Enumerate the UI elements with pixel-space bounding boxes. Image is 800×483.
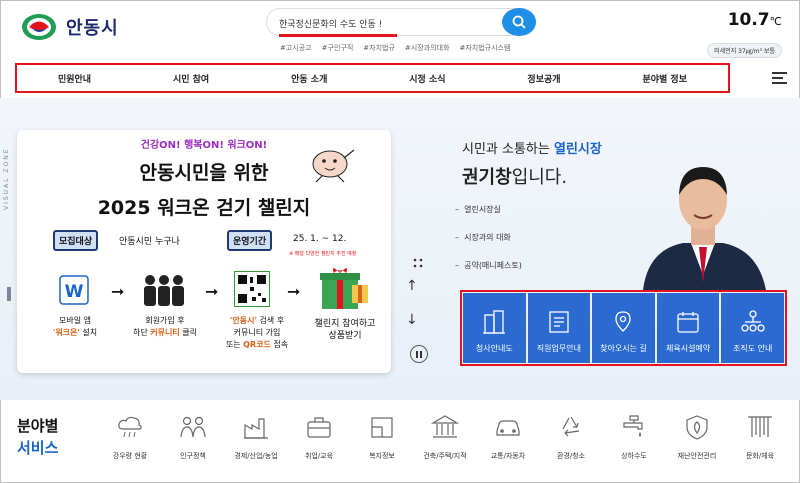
target-value: 안동시민 누구나 [119,237,180,247]
service-environment[interactable]: 환경/청소 [541,413,601,461]
mayor-subtitle: 시민과 소통하는 열린시장 [462,142,602,157]
service-architecture[interactable]: 건축/주택/지적 [415,413,475,461]
community-people-icon [144,275,184,306]
car-icon [496,420,520,436]
org-chart-icon [741,310,765,332]
site-logo[interactable]: 안동시 [20,12,119,42]
period-note: ※ 매달 다양한 챌린지 추진 예정 [289,251,357,257]
service-transport[interactable]: 교통/자동차 [478,413,538,461]
slider-pause-button[interactable] [410,345,428,363]
quick-directions[interactable]: 찾아오시는 길 [592,293,655,363]
search-box [266,8,536,36]
step-arrow-icon: ➞ [287,282,301,301]
search-icon [512,15,526,29]
svg-text:W: W [65,282,84,302]
step-3-label: '안동시' 검색 후 커뮤니티 가입 또는 QR코드 접속 [225,316,289,349]
walk-challenge-banner[interactable]: 건강ON! 행복ON! 워크ON! 안동시민을 위한 2025 워크온 걷기 챌… [17,130,391,373]
period-value: 25. 1. ~ 12. [293,234,347,244]
period-tag: 운영기간 [227,230,273,251]
slide-down-arrow-icon[interactable]: ↓ [406,312,418,328]
nav-item-city-news[interactable]: 시정 소식 [409,72,445,85]
search-button[interactable] [502,8,536,36]
map-pin-icon [615,311,632,332]
walkon-app-icon: W [59,275,89,305]
service-welfare[interactable]: 복지정보 [352,413,412,461]
stage-curtain-icon [748,416,772,437]
quick-staff-duties[interactable]: 직원업무안내 [527,293,591,363]
fine-dust-badge: 미세먼지 37㎍/m³ 보통 [707,43,782,58]
calendar-icon [677,312,699,333]
search-input[interactable] [279,13,479,33]
welfare-box-icon [371,417,393,438]
hashtag-links: #고시공고 #구인구직 #자치법규 #시장과의대화 #자치법규시스템 [280,43,510,53]
nav-item-citizen-participation[interactable]: 시민 참여 [173,72,209,85]
mayor-link-dialogue[interactable]: – 시장과의 대화 [455,232,522,243]
quick-links: 청사안내도 직원업무안내 찾아오시는 길 체육시설예약 조직도 안내 [460,290,787,366]
hashtag-link[interactable]: #고시공고 [280,43,312,53]
temperature-display: 10.7℃ [728,10,782,30]
main-nav: 민원안내 시민 참여 안동 소개 시정 소식 정보공개 분야별 정보 [15,63,730,93]
service-water[interactable]: 상하수도 [604,413,664,461]
faucet-icon [623,415,643,437]
service-population[interactable]: 인구정책 [163,413,223,461]
hashtag-link[interactable]: #구인구직 [322,43,354,53]
columns-building-icon [431,415,459,438]
mayor-links: – 열린시장실 – 시장과의 대화 – 공약(매니페스토) [455,204,522,288]
logo-text: 안동시 [66,18,119,39]
step-arrow-icon: ➞ [205,282,219,301]
briefcase-icon [307,417,331,438]
hashtag-link[interactable]: #자치법규시스템 [459,43,510,53]
factory-icon [244,418,268,439]
service-culture-sports[interactable]: 문화/체육 [730,413,790,461]
temperature-value: 10.7 [727,10,770,30]
temperature-unit: ℃ [769,15,782,28]
visual-zone-label: VISUAL ZONE [3,147,10,210]
nav-item-about-andong[interactable]: 안동 소개 [291,72,327,85]
services-title: 분야별 서비스 [17,417,59,457]
banner-title-line2: 2025 워크온 걷기 챌린지 [97,197,311,219]
family-icon [180,416,206,438]
recycle-icon [562,416,580,437]
mascot-illustration [312,149,355,183]
quick-sports-reservation[interactable]: 체육시설예약 [656,293,720,363]
target-tag: 모집대상 [53,230,99,251]
andong-logo-icon [22,14,56,40]
document-icon [549,311,569,333]
step-arrow-icon: ➞ [111,282,125,301]
service-disaster-safety[interactable]: 재난안전관리 [667,413,727,461]
qr-code-icon [234,271,270,307]
services-list: 강우량 현황 인구정책 경제/산업/농업 취업/교육 복지정보 건축/주택/지적… [100,413,790,461]
service-rainfall[interactable]: 강우량 현황 [100,413,160,461]
visual-zone-indicator [7,287,11,301]
quick-building-guide[interactable]: 청사안내도 [463,293,526,363]
hashtag-link[interactable]: #시장과의대화 [405,43,450,53]
nav-item-civil-service[interactable]: 민원안내 [58,72,91,85]
nav-item-field-info[interactable]: 분야별 정보 [642,72,687,85]
hashtag-link[interactable]: #자치법규 [363,43,395,53]
mayor-link-manifesto[interactable]: – 공약(매니페스토) [455,260,522,271]
service-economy[interactable]: 경제/산업/농업 [226,413,286,461]
building-icon [483,310,506,334]
rain-cloud-icon [118,416,142,438]
step-4-label: 챌린지 참여하고 상품받기 [314,319,376,341]
gift-box-icon [320,268,368,309]
step-1-label: 모바일 앱 '워크온' 설치 [52,316,98,337]
search-highlight-underline [279,34,397,37]
hamburger-menu-button[interactable] [772,72,787,84]
mayor-portrait [643,167,766,290]
slide-up-arrow-icon[interactable]: ↑ [406,278,418,294]
quick-org-chart[interactable]: 조직도 안내 [721,293,784,363]
grid-dots-icon[interactable] [413,258,423,268]
shield-leaf-icon [686,415,708,440]
service-employment[interactable]: 취업/교육 [289,413,349,461]
mayor-link-office[interactable]: – 열린시장실 [455,204,522,215]
nav-item-info-disclosure[interactable]: 정보공개 [527,72,560,85]
step-2-label: 회원가입 후 하단 커뮤니티 클릭 [133,316,197,337]
mayor-name: 권기창입니다. [462,167,568,188]
